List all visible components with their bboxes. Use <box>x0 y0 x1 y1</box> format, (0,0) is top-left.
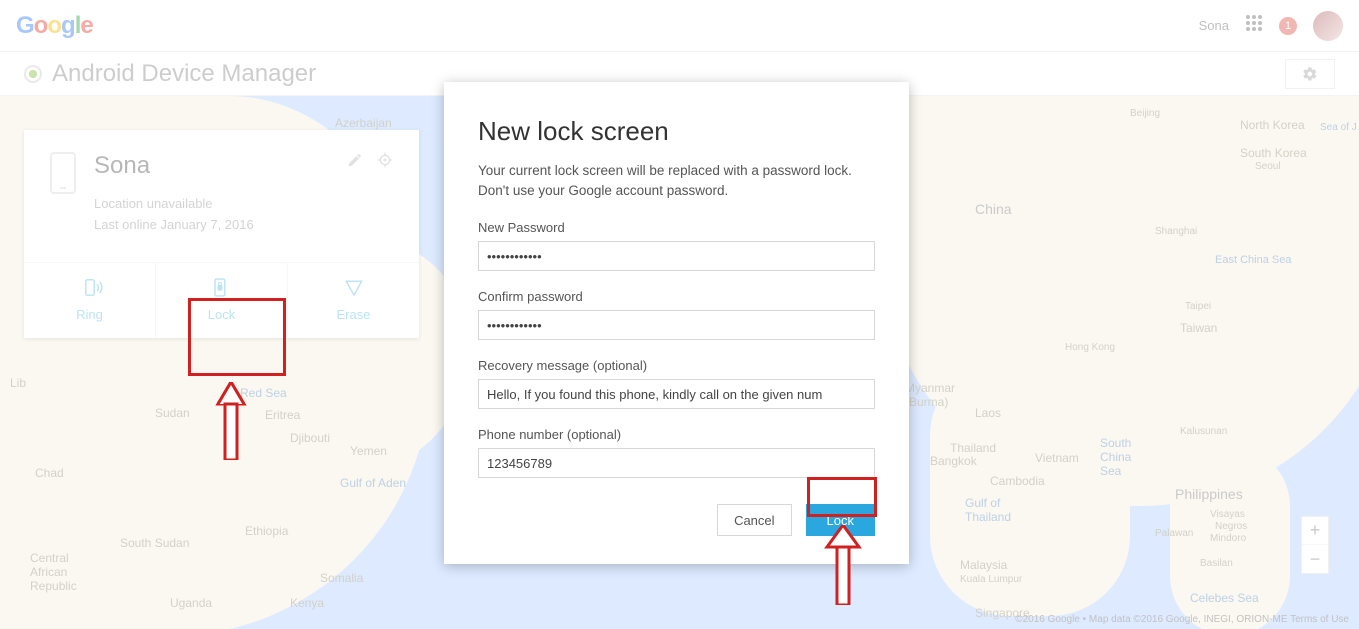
modal-description: Your current lock screen will be replace… <box>478 161 875 200</box>
modal-desc-line: Don't use your Google account password. <box>478 183 728 198</box>
modal-title: New lock screen <box>478 116 875 147</box>
phone-number-input[interactable] <box>478 448 875 478</box>
confirm-password-input[interactable] <box>478 310 875 340</box>
cancel-button[interactable]: Cancel <box>717 504 791 536</box>
lock-confirm-button[interactable]: Lock <box>806 504 875 536</box>
modal-desc-line: Your current lock screen will be replace… <box>478 163 852 178</box>
recovery-message-input[interactable] <box>478 379 875 409</box>
recovery-message-label: Recovery message (optional) <box>478 358 875 373</box>
confirm-password-label: Confirm password <box>478 289 875 304</box>
new-password-label: New Password <box>478 220 875 235</box>
new-password-input[interactable] <box>478 241 875 271</box>
phone-number-label: Phone number (optional) <box>478 427 875 442</box>
new-lock-screen-modal: New lock screen Your current lock screen… <box>444 82 909 564</box>
